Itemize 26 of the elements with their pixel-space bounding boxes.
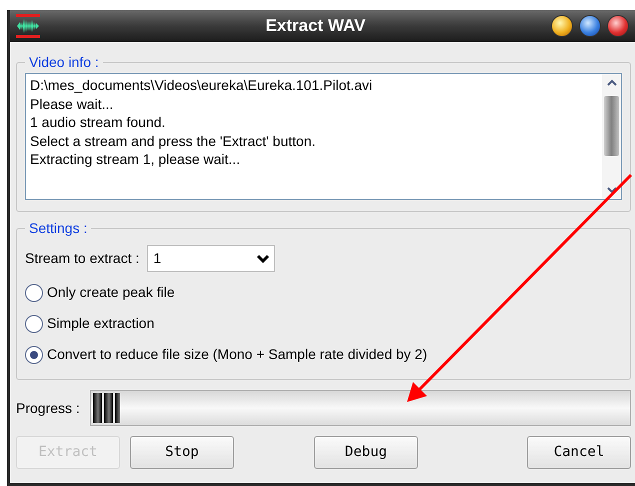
stream-dropdown[interactable]: 1 <box>147 245 276 272</box>
stream-label: Stream to extract : <box>25 249 140 268</box>
dialog-button[interactable]: Debug <box>314 436 418 469</box>
scroll-thumb[interactable] <box>604 96 619 156</box>
group-label: Settings : <box>28 219 88 238</box>
scrollbar[interactable] <box>602 74 621 199</box>
radio-label: Convert to reduce file size (Mono + Sample rate divided by 2) <box>47 345 428 364</box>
radio-button[interactable] <box>25 284 43 302</box>
log-line: Select a stream and press the 'Extract' button. <box>30 132 316 150</box>
log-line: 1 audio stream found. <box>30 113 166 132</box>
radio-label: Only create peak file <box>47 283 175 302</box>
window-title: Extract WAV <box>264 15 366 38</box>
maximize-button[interactable] <box>579 15 601 37</box>
log-line: Extracting stream 1, please wait... <box>30 150 242 168</box>
progress-label: Progress : <box>16 398 80 418</box>
radio-button[interactable] <box>25 314 43 332</box>
group-label: Video info : <box>28 53 100 72</box>
dialog-button[interactable]: Stop <box>130 436 234 469</box>
radio-label: Simple extraction <box>47 314 154 333</box>
log-line: D:\mes_documents\Videos\eureka\Eureka.101.Pilot.avi <box>30 76 374 94</box>
log-line: Please wait... <box>30 94 114 113</box>
radio-button[interactable] <box>25 346 43 364</box>
minimize-button[interactable] <box>551 15 573 37</box>
close-button[interactable] <box>607 15 629 37</box>
waveform-icon <box>16 14 40 38</box>
dialog-button[interactable]: Cancel <box>527 436 631 469</box>
